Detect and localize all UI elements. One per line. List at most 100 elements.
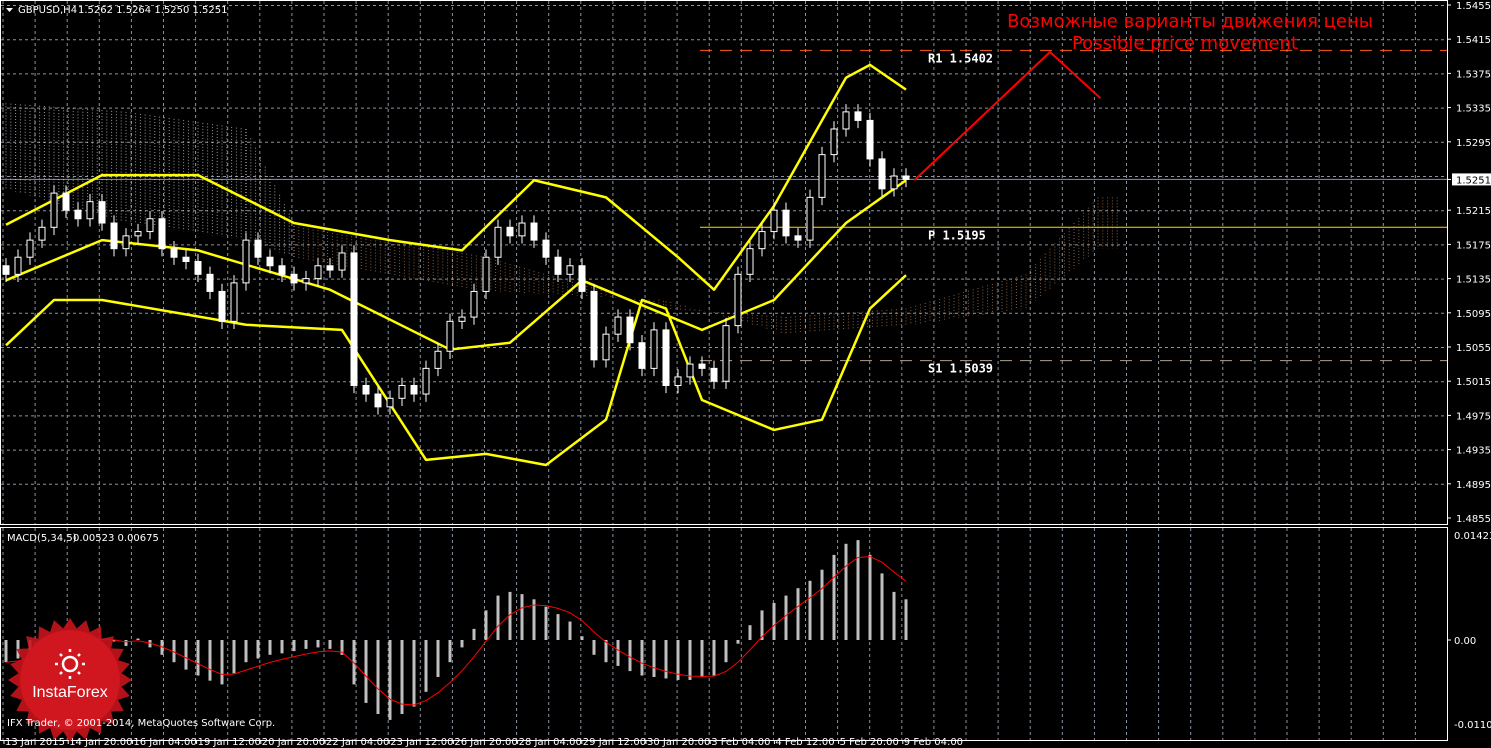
macd-histogram-bar [724,640,728,663]
macd-panel-border [0,527,1448,741]
current-price-label: 1.5251 [1456,175,1491,186]
price-tick-label: 1.5175 [1456,240,1491,251]
macd-histogram-bar [208,640,212,681]
macd-histogram-bar [664,640,668,679]
macd-histogram-bar [556,614,560,640]
candle-bear [878,158,886,190]
price-tick-label: 1.4855 [1456,514,1491,525]
macd-histogram-bar [784,595,788,640]
candle-bear [662,329,670,386]
time-tick-label: 3 Feb 04:00 [711,737,770,748]
candle-bear [182,256,190,263]
candle-bull [398,384,406,399]
candle-bull [482,256,490,292]
candle-bear [554,256,562,275]
time-tick-label: 26 Jan 20:00 [454,737,517,748]
candle-bull [458,316,466,322]
candle-bull [50,192,58,228]
macd-histogram-bar [796,588,800,640]
candle-bull [758,231,766,250]
candle-bear [254,239,262,258]
time-tick-label: 9 Feb 04:00 [904,737,963,748]
macd-histogram-bar [892,591,896,640]
candle-bear [326,265,334,271]
ohlc-values: 1.5262 1.5264 1.5250 1.5251 [78,5,228,16]
candle-bear [110,222,118,250]
candle-bull [770,209,778,233]
candle-bull [314,265,322,280]
candle-bull [446,320,454,352]
time-tick-label: 19 Jan 12:00 [198,737,261,748]
macd-histogram-bar [592,640,596,655]
candle-bear [266,256,274,267]
price-tick-label: 1.5295 [1456,138,1491,149]
macd-histogram-bar [316,640,320,648]
bollinger-bands [5,63,907,467]
candle-bull [806,196,814,241]
macd-histogram-bar [904,599,908,640]
candle-bear [902,175,910,180]
main-panel-border [0,0,1448,525]
macd-tick-label: -0.01108 [1454,720,1491,731]
candle-bull [86,201,94,220]
time-tick-label: 30 Jan 20:00 [647,737,710,748]
macd-histogram-bar [196,640,200,676]
candle-bear [2,265,10,275]
candle-bull [422,367,430,395]
pivot-label-p: P 1.5195 [928,228,986,242]
macd-histogram-bar [772,603,776,640]
time-tick-label: 23 Jan 12:00 [390,737,453,748]
candle-bull [818,154,826,198]
candle-bull [434,350,442,369]
candle-bear [218,290,226,322]
candle-bull [614,316,622,335]
dropdown-triangle-icon[interactable] [6,8,13,12]
macd-histogram-bar [412,640,416,707]
macd-histogram-bar [580,636,584,640]
time-tick-label: 13 Jan 2015 [5,737,65,748]
candle-bear [362,384,370,395]
macd-histogram-bar [688,640,692,680]
macd-histogram-bar [856,540,860,640]
macd-histogram-bar [436,640,440,677]
candle-bear [74,209,82,220]
macd-histogram-bar [496,595,500,640]
chart-header[interactable]: GBPUSD,H4 1.5262 1.5264 1.5250 1.5251 [6,5,228,16]
copyright-text: IFX Trader, © 2001-2014, MetaQuotes Soft… [7,718,275,729]
macd-histogram-bar [400,640,404,714]
price-tick-label: 1.5215 [1456,206,1491,217]
macd-histogram-bar [736,640,740,644]
macd-signal-line [5,556,907,706]
price-tick-label: 1.5095 [1456,309,1491,320]
macd-histogram-bar [520,594,524,640]
macd-histogram-bar [232,640,236,674]
time-tick-label: 16 Jan 04:00 [133,737,196,748]
candle-bull [38,226,46,241]
macd-histogram-bar [832,554,836,640]
time-tick-label: 4 Feb 12:00 [775,737,834,748]
price-tick-label: 1.4935 [1456,446,1491,457]
price-tick-label: 1.5375 [1456,69,1491,80]
macd-histogram-bar [568,621,572,640]
macd-histogram-bar [472,628,476,640]
candle-bull [518,222,526,237]
macd-histogram-bar [652,640,656,677]
macd-histogram-bar [244,640,248,663]
macd-histogram-bar [376,640,380,714]
candle-bear [626,316,634,344]
candle-bear [542,239,550,258]
macd-histogram-bar [460,640,464,648]
time-tick-label: 28 Jan 04:00 [519,737,582,748]
time-tick-label: 20 Jan 20:00 [262,737,325,748]
macd-histogram-bar [640,640,644,676]
price-tick-label: 1.5335 [1456,104,1491,115]
candle-bull [890,175,898,190]
candle-bull [602,333,610,361]
candle-bear [866,119,874,160]
macd-histogram-bar [448,640,452,663]
candle-bull [134,231,142,237]
chart-canvas: R1 1.5402P 1.5195S1 1.5039 1.54551.54151… [0,0,1491,748]
candle-bear [170,248,178,258]
macd-histogram-bar [328,640,332,649]
candle-bull [494,226,502,258]
